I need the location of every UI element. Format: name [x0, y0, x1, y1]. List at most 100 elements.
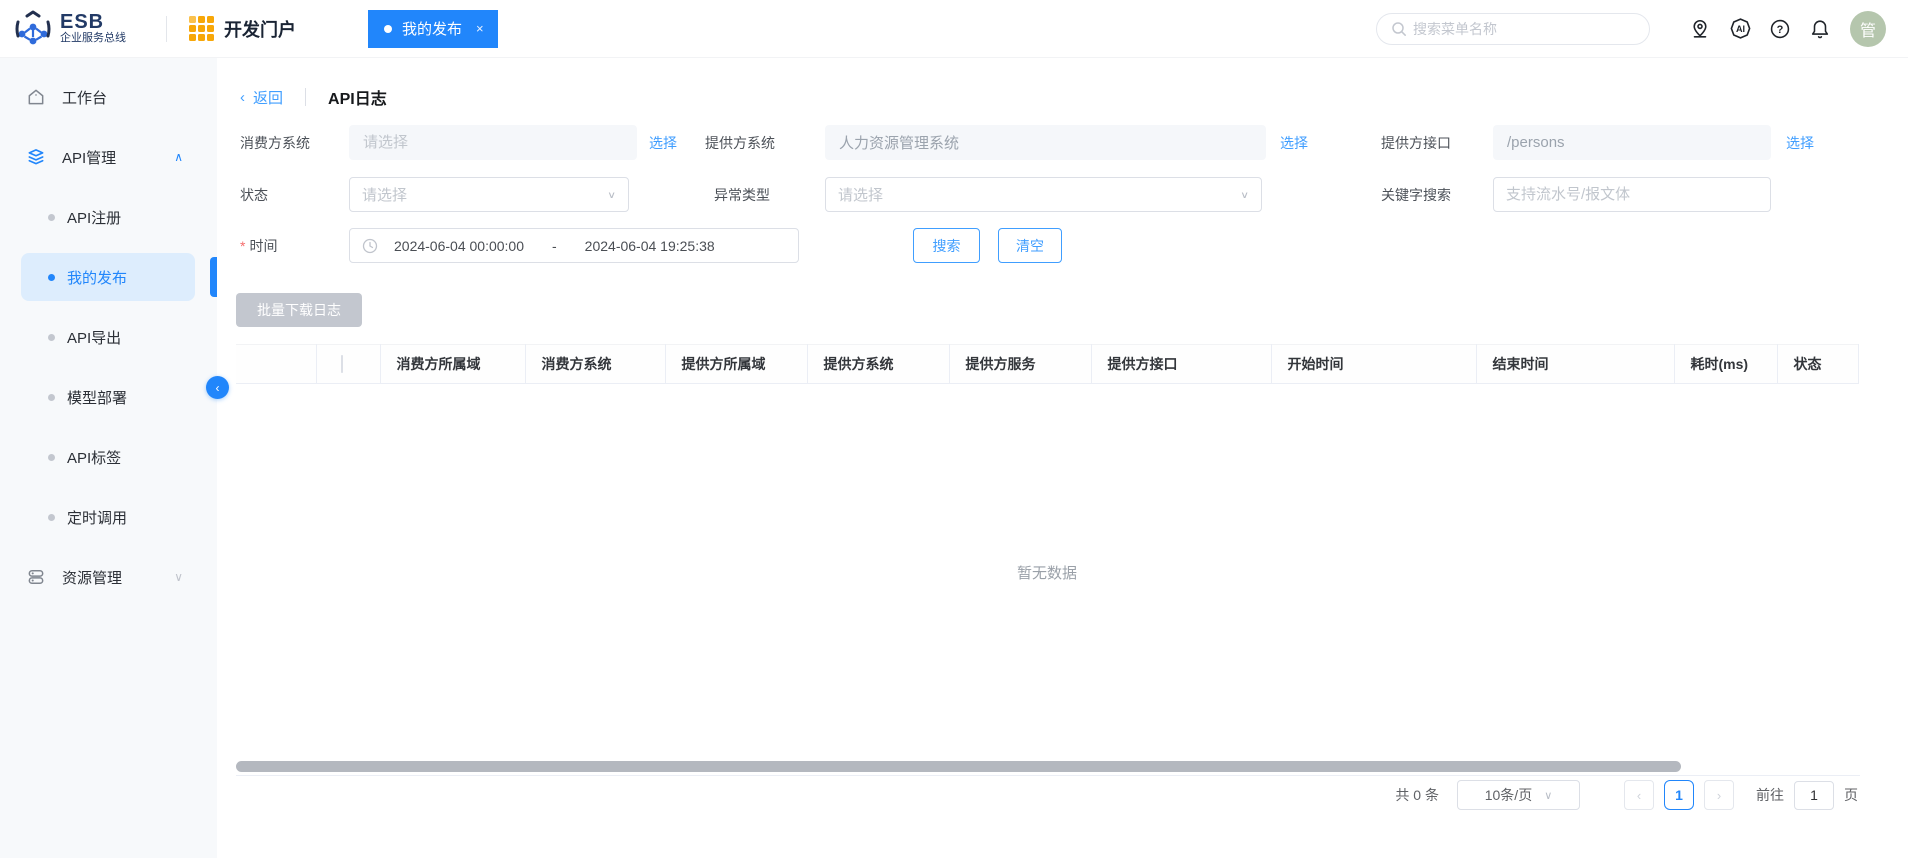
breadcrumb: ‹ 返回 API日志: [240, 82, 387, 112]
home-icon: [26, 87, 46, 107]
checkbox-column-header: [316, 345, 380, 384]
esb-network-icon: [14, 10, 52, 48]
select-all-checkbox[interactable]: [341, 355, 343, 373]
sidebar-item-api-export[interactable]: API导出: [0, 313, 217, 361]
column-header: 耗时(ms): [1674, 345, 1777, 384]
scrollbar-thumb[interactable]: [236, 761, 1681, 772]
provider-system-label: 提供方系统: [705, 125, 775, 160]
sidebar-nav: 工作台 API管理 ∧ API注册 我的发布 API导出: [0, 57, 217, 858]
bullet-dot-icon: [48, 454, 55, 461]
top-header: ESB 企业服务总线 开发门户 我的发布 ×: [0, 0, 1908, 57]
page-size-value: 10条/页: [1485, 785, 1532, 805]
page-size-select[interactable]: 10条/页 ∨: [1457, 780, 1580, 810]
header-divider: [166, 16, 167, 42]
portal-grid-icon: [189, 16, 214, 41]
goto-label: 前往: [1756, 785, 1784, 805]
time-range-picker[interactable]: 2024-06-04 00:00:00 - 2024-06-04 19:25:3…: [349, 228, 799, 263]
provider-system-pick-link[interactable]: 选择: [1280, 125, 1308, 160]
table-body: 暂无数据: [236, 384, 1858, 759]
help-icon[interactable]: ?: [1768, 17, 1792, 41]
sidebar-item-label: API标签: [67, 447, 121, 468]
total-count: 共 0 条: [1395, 785, 1439, 805]
sidebar-item-label: 定时调用: [67, 507, 127, 528]
time-end-value: 2024-06-04 19:25:38: [585, 238, 715, 254]
pagination-bar: 共 0 条 10条/页 ∨ ‹ 1 › 前往 页: [236, 775, 1860, 815]
consumer-system-input[interactable]: [349, 125, 637, 160]
time-separator: -: [552, 238, 557, 254]
sidebar-item-label: 资源管理: [62, 567, 122, 588]
filter-row-3: * 时间 2024-06-04 00:00:00 - 2024-06-04 19…: [217, 228, 1908, 263]
sidebar-item-label: 模型部署: [67, 387, 127, 408]
tab-close-icon[interactable]: ×: [476, 21, 484, 36]
tab-active-dot: [384, 25, 392, 33]
page-suffix-label: 页: [1844, 785, 1858, 805]
provider-system-input[interactable]: [825, 125, 1266, 160]
status-select[interactable]: 请选择 ∨: [349, 177, 629, 212]
location-pin-icon[interactable]: [1688, 17, 1712, 41]
sidebar-item-label: API导出: [67, 327, 121, 348]
column-header: 消费方所属域: [380, 345, 525, 384]
required-asterisk: *: [240, 238, 245, 254]
prev-page-button[interactable]: ‹: [1624, 780, 1654, 810]
menu-search-input[interactable]: [1413, 21, 1635, 37]
tab-my-publish[interactable]: 我的发布 ×: [368, 10, 498, 48]
server-icon: [26, 567, 46, 587]
provider-api-input[interactable]: [1493, 125, 1771, 160]
log-table: 消费方所属域 消费方系统 提供方所属域 提供方系统 提供方服务 提供方接口 开始…: [236, 344, 1858, 773]
bullet-dot-icon: [48, 394, 55, 401]
ai-assistant-icon[interactable]: AI: [1728, 17, 1752, 41]
provider-api-pick-link[interactable]: 选择: [1786, 125, 1814, 160]
chevron-down-icon: ∨: [174, 570, 183, 584]
next-page-button[interactable]: ›: [1704, 780, 1734, 810]
svg-text:AI: AI: [1735, 24, 1744, 34]
filter-row-1: 消费方系统 选择 提供方系统 选择 提供方接口 选择: [217, 125, 1908, 160]
sidebar-item-scheduled-call[interactable]: 定时调用: [0, 493, 217, 541]
current-page-button[interactable]: 1: [1664, 780, 1694, 810]
column-header: 提供方服务: [949, 345, 1091, 384]
menu-search-box[interactable]: [1376, 13, 1650, 45]
empty-state-text: 暂无数据: [236, 562, 1858, 583]
app-window: ESB 企业服务总线 开发门户 我的发布 ×: [0, 0, 1908, 858]
logo-subtitle: 企业服务总线: [60, 33, 126, 45]
back-label: 返回: [253, 87, 283, 108]
horizontal-scrollbar: [236, 759, 1858, 773]
exception-type-label: 异常类型: [714, 177, 770, 212]
bullet-dot-icon: [48, 214, 55, 221]
provider-api-label: 提供方接口: [1381, 125, 1451, 160]
filter-row-2: 状态 请选择 ∨ 异常类型 请选择 ∨ 关键字搜索: [217, 177, 1908, 212]
consumer-system-pick-link[interactable]: 选择: [649, 125, 677, 160]
sidebar-item-api-tags[interactable]: API标签: [0, 433, 217, 481]
exception-type-select[interactable]: 请选择 ∨: [825, 177, 1262, 212]
chevron-down-icon: ∨: [1240, 189, 1249, 200]
sidebar-item-api-register[interactable]: API注册: [0, 193, 217, 241]
sidebar-item-workbench[interactable]: 工作台: [0, 73, 217, 121]
clear-button[interactable]: 清空: [998, 228, 1062, 263]
portal-home[interactable]: 开发门户: [189, 16, 296, 42]
sidebar-item-my-publish[interactable]: 我的发布: [0, 253, 217, 301]
sidebar-item-label: API管理: [62, 147, 116, 168]
sidebar-item-resource-management[interactable]: 资源管理 ∨: [0, 553, 217, 601]
consumer-system-label: 消费方系统: [240, 125, 310, 160]
user-avatar[interactable]: 管: [1850, 11, 1886, 47]
sidebar-collapse-toggle[interactable]: ‹: [206, 376, 229, 399]
sidebar-item-model-deploy[interactable]: 模型部署: [0, 373, 217, 421]
keyword-search-input[interactable]: [1493, 177, 1771, 212]
status-placeholder: 请选择: [362, 184, 607, 205]
search-button[interactable]: 搜索: [913, 228, 980, 263]
sidebar-item-api-management[interactable]: API管理 ∧: [0, 133, 217, 181]
back-button[interactable]: ‹ 返回: [240, 87, 283, 108]
goto-page-input[interactable]: [1794, 781, 1834, 810]
batch-download-button[interactable]: 批量下载日志: [236, 293, 362, 327]
crumb-divider: [305, 88, 306, 106]
logo-title: ESB: [60, 12, 126, 33]
bullet-dot-icon: [48, 514, 55, 521]
status-label: 状态: [240, 177, 268, 212]
chevron-left-icon: ‹: [240, 89, 245, 106]
column-header: 结束时间: [1476, 345, 1674, 384]
search-icon: [1391, 21, 1407, 37]
column-header: 状态: [1777, 345, 1858, 384]
time-label: * 时间: [240, 228, 277, 263]
notification-bell-icon[interactable]: [1808, 17, 1832, 41]
portal-name: 开发门户: [224, 16, 296, 42]
sidebar-item-label: 我的发布: [67, 267, 127, 288]
